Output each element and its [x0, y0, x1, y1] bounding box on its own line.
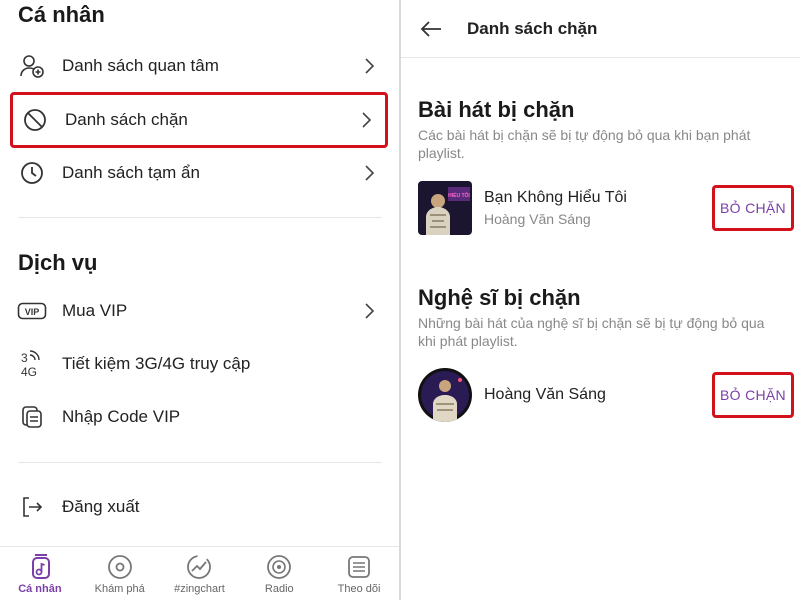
tab-discover[interactable]: Khám phá: [80, 547, 160, 600]
back-arrow-icon[interactable]: [401, 19, 461, 39]
menu-item-label: Nhập Code VIP: [62, 407, 181, 426]
svg-text:HIỂU TÔI: HIỂU TÔI: [448, 191, 470, 199]
unblock-artist-button[interactable]: BỎ CHẶN: [712, 372, 794, 418]
menu-item-logout[interactable]: Đăng xuất: [10, 481, 388, 533]
menu-item-label: Tiết kiệm 3G/4G truy cập: [62, 354, 251, 373]
chevron-right-icon: [358, 164, 382, 182]
blocked-songs-description: Các bài hát bị chặn sẽ bị tự động bỏ qua…: [418, 127, 751, 161]
menu-item-label: Mua VIP: [62, 301, 128, 320]
disc-icon: [106, 553, 134, 581]
tab-zingchart[interactable]: #zingchart: [160, 547, 240, 600]
radio-icon: [265, 553, 293, 581]
menu-item-label: Danh sách chặn: [65, 110, 188, 129]
menu-item-enter-vip-code[interactable]: Nhập Code VIP: [10, 391, 388, 443]
song-thumbnail: HIỂU TÔI: [418, 181, 472, 235]
chart-icon: [185, 553, 213, 581]
menu-item-data-saving[interactable]: 3 4G Tiết kiệm 3G/4G truy cập: [10, 338, 388, 390]
tab-label: Khám phá: [94, 583, 145, 595]
page-title: Danh sách chặn: [467, 18, 598, 38]
chevron-right-icon: [355, 111, 379, 129]
menu-item-buy-vip[interactable]: VIP Mua VIP: [10, 285, 388, 337]
tab-following[interactable]: Theo dõi: [319, 547, 399, 600]
menu-item-followed-list[interactable]: Danh sách quan tâm: [10, 40, 388, 92]
tab-personal[interactable]: Cá nhân: [0, 547, 80, 600]
chevron-right-icon: [358, 302, 382, 320]
blocked-artists-description: Những bài hát của nghệ sĩ bị chặn sẽ bị …: [418, 315, 765, 349]
block-icon: [13, 107, 57, 133]
tab-label: Radio: [264, 583, 294, 595]
svg-text:4G: 4G: [21, 365, 37, 379]
menu-item-label: Đăng xuất: [62, 497, 140, 516]
add-user-icon: [10, 53, 54, 79]
personal-title: Cá nhân: [18, 2, 105, 27]
header: Danh sách chặn: [401, 0, 800, 58]
artist-avatar: [418, 368, 472, 422]
personal-panel: Cá nhân Danh sách quan tâm Danh sách chặ…: [0, 0, 399, 600]
tab-label: Cá nhân: [18, 583, 62, 595]
tab-label: Theo dõi: [337, 583, 381, 595]
blocked-songs-title: Bài hát bị chặn: [418, 97, 575, 122]
divider: [18, 462, 382, 463]
svg-text:VIP: VIP: [25, 307, 40, 317]
menu-item-blocked-list[interactable]: Danh sách chặn: [10, 92, 388, 148]
tab-radio[interactable]: Radio: [239, 547, 319, 600]
logout-icon: [10, 494, 54, 520]
menu-item-label: Danh sách quan tâm: [62, 56, 219, 75]
menu-item-hidden-list[interactable]: Danh sách tạm ẩn: [10, 147, 388, 199]
network-icon: 3 4G: [10, 349, 54, 379]
svg-text:3: 3: [21, 351, 28, 365]
divider: [18, 217, 382, 218]
clock-icon: [10, 160, 54, 186]
chevron-right-icon: [358, 57, 382, 75]
menu-item-label: Danh sách tạm ẩn: [62, 163, 200, 182]
blocked-artists-title: Nghệ sĩ bị chặn: [418, 285, 581, 310]
tab-label: #zingchart: [174, 583, 225, 595]
feed-icon: [345, 553, 373, 581]
code-icon: [10, 404, 54, 430]
library-icon: [26, 553, 54, 581]
blocked-list-panel: Danh sách chặn Bài hát bị chặn Các bài h…: [401, 0, 800, 600]
services-title: Dịch vụ: [18, 250, 98, 275]
bottom-nav: Cá nhân Khám phá #zingchart Radio Theo d…: [0, 546, 399, 600]
unblock-song-button[interactable]: BỎ CHẶN: [712, 185, 794, 231]
vip-icon: VIP: [10, 301, 54, 321]
